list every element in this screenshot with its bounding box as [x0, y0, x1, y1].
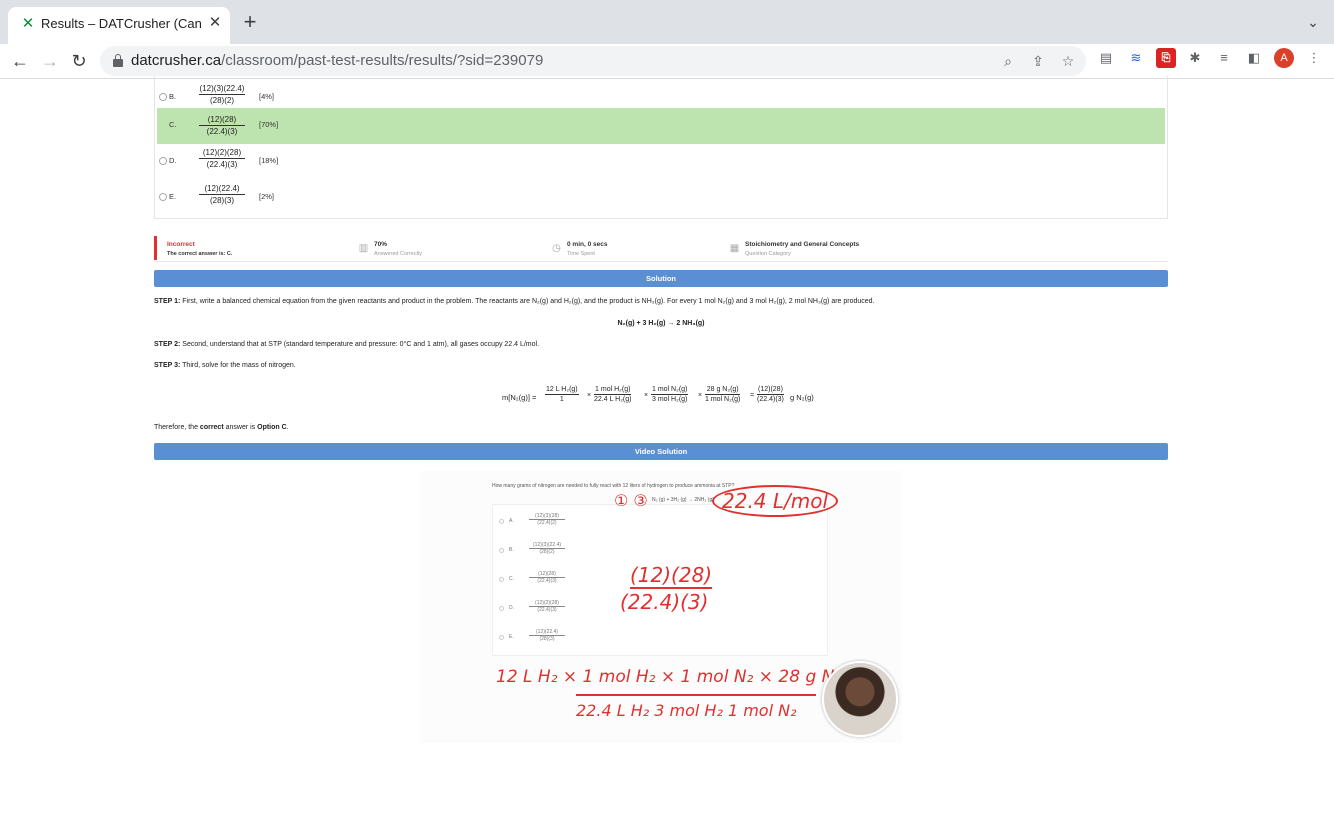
option-letter: E.	[169, 192, 177, 201]
reading-list-icon[interactable]: ≡	[1214, 48, 1234, 68]
video-option: D. (12)(2)(28) (22.4)(3)	[499, 600, 589, 620]
times-sign: ×	[644, 392, 649, 399]
result-status: Incorrect	[167, 241, 195, 248]
step-1: STEP 1: First, write a balanced chemical…	[154, 298, 875, 305]
step-3: STEP 3: Third, solve for the mass of nit…	[154, 362, 296, 369]
answer-option-e[interactable]: E. (12)(22.4) (28)(3) [2%]	[157, 180, 1165, 216]
equals-sign: =	[750, 392, 755, 399]
tab-search-chevron-icon[interactable]: ⌄	[1303, 12, 1323, 32]
video-option: B. (12)(3)(22.4) (28)(2)	[499, 542, 589, 562]
ink-coefficients: ① ③	[614, 491, 648, 510]
conclusion: Therefore, the correct answer is Option …	[154, 424, 289, 431]
option-fraction: (12)(2)(28) (22.4)(3)	[199, 148, 245, 169]
solution-header[interactable]: Solution	[154, 270, 1168, 287]
ink-calc-top: 12 L H₂ × 1 mol H₂ × 1 mol N₂ × 28 g N₂	[496, 667, 842, 687]
extension-pdf-icon[interactable]: ⎘	[1156, 48, 1176, 68]
browser-tab[interactable]: ✕ Results – DATCrusher (Canadia ✕	[8, 7, 230, 44]
extension-notes-icon[interactable]: ▤	[1096, 48, 1116, 68]
presenter-webcam-avatar	[822, 661, 898, 737]
calc-lhs: m[N₂(g)] =	[502, 393, 537, 402]
video-equation: N₂ (g) + 3H₂ (g) → 2NH₃ (g)	[652, 497, 714, 503]
url-text[interactable]: datcrusher.ca/classroom/past-test-result…	[131, 52, 543, 69]
calc-unit: g N₂(g)	[790, 393, 814, 402]
video-option: C. (12)(28) (22.4)(3)	[499, 571, 589, 591]
video-option: A. (12)(3)(28) (22.4)(2)	[499, 513, 589, 533]
radio-button[interactable]	[159, 93, 167, 101]
option-letter: B.	[169, 92, 177, 101]
question-category: Stoichiometry and General Concepts	[745, 241, 860, 248]
option-letter: C.	[169, 120, 177, 129]
answer-option-d[interactable]: D. (12)(2)(28) (22.4)(3) [18%]	[157, 144, 1165, 180]
extensions-puzzle-icon[interactable]: ✱	[1185, 48, 1205, 68]
incorrect-indicator-bar	[154, 236, 157, 260]
calc-fraction-3: 1 mol N₂(g) 3 mol H₂(g)	[651, 386, 689, 403]
balanced-equation: N₂(g) + 3 H₂(g) → 2 NH₃(g)	[617, 320, 705, 327]
option-fraction: (12)(28) (22.4)(3)	[199, 115, 245, 136]
step-2: STEP 2: Second, understand that at STP (…	[154, 341, 540, 348]
times-sign: ×	[698, 392, 703, 399]
video-option: E. (12)(22.4) (28)(3)	[499, 629, 589, 649]
reload-icon[interactable]: ↻	[67, 49, 91, 73]
tab-title: Results – DATCrusher (Canadia	[41, 16, 201, 31]
forward-arrow-icon[interactable]: →	[38, 49, 62, 73]
answer-option-c[interactable]: C. (12)(28) (22.4)(3) [70%]	[157, 108, 1165, 144]
option-percent: [70%]	[259, 120, 279, 129]
ink-calc-bottom: 22.4 L H₂ 3 mol H₂ 1 mol N₂	[576, 701, 797, 720]
back-arrow-icon[interactable]: ←	[8, 49, 32, 73]
ink-molar-volume: 22.4 L/mol	[712, 485, 839, 517]
radio-button[interactable]	[159, 193, 167, 201]
address-bar[interactable]: datcrusher.ca/classroom/past-test-result…	[100, 46, 1086, 76]
radio-button[interactable]	[159, 157, 167, 165]
option-letter: D.	[169, 156, 177, 165]
datcrusher-favicon-icon: ✕	[21, 15, 35, 32]
question-category-label: Question Category	[745, 251, 791, 257]
percent-correct-label: Answered Correctly	[374, 251, 422, 257]
option-fraction: (12)(3)(22.4) (28)(2)	[199, 84, 245, 105]
new-tab-button[interactable]: +	[240, 11, 260, 33]
kebab-menu-icon[interactable]: ⋮	[1304, 48, 1324, 68]
calendar-icon: ▦	[729, 243, 740, 254]
option-fraction: (12)(22.4) (28)(3)	[199, 184, 245, 205]
tab-strip: ✕ Results – DATCrusher (Canadia ✕ + ⌄	[0, 0, 1334, 44]
ink-answer-numerator: (12)(28)	[630, 563, 713, 589]
calc-fraction-2: 1 mol H₂(g) 22.4 L H₂(g)	[594, 386, 632, 403]
zoom-icon[interactable]: ⌕	[998, 51, 1018, 71]
close-tab-icon[interactable]: ✕	[206, 14, 224, 32]
clock-icon: ◷	[552, 243, 561, 254]
bar-chart-icon: ▥	[358, 243, 369, 254]
result-stats-row: Incorrect The correct answer is: C. ▥ 70…	[154, 236, 1168, 262]
side-panel-icon[interactable]: ◧	[1244, 48, 1264, 68]
calc-fraction-1: 12 L H₂(g) 1	[545, 386, 579, 403]
time-spent: 0 min, 0 secs	[567, 241, 608, 248]
option-percent: [2%]	[259, 192, 275, 201]
bookmark-star-icon[interactable]: ☆	[1058, 51, 1078, 71]
ink-answer-denominator: (22.4)(3)	[620, 590, 709, 614]
calc-fraction-result: (12)(28) (22.4)(3)	[757, 386, 784, 403]
video-solution-header[interactable]: Video Solution	[154, 443, 1168, 460]
option-percent: [18%]	[259, 156, 279, 165]
correct-answer-note: The correct answer is: C.	[167, 251, 233, 257]
calc-fraction-4: 28 g N₂(g) 1 mol N₂(g)	[705, 386, 741, 403]
percent-correct: 70%	[374, 241, 388, 248]
times-sign: ×	[587, 392, 592, 399]
profile-avatar[interactable]: A	[1274, 48, 1294, 68]
extension-wave-icon[interactable]: ≋	[1126, 48, 1146, 68]
time-spent-label: Time Spent	[567, 251, 595, 257]
lock-icon[interactable]	[113, 54, 123, 67]
page-content: B. (12)(3)(22.4) (28)(2) [4%] C. (12)(28)…	[0, 76, 1334, 834]
option-percent: [4%]	[259, 92, 275, 101]
video-question-text: How many grams of nitrogen are needed to…	[492, 483, 735, 489]
share-icon[interactable]: ⇪	[1028, 51, 1048, 71]
